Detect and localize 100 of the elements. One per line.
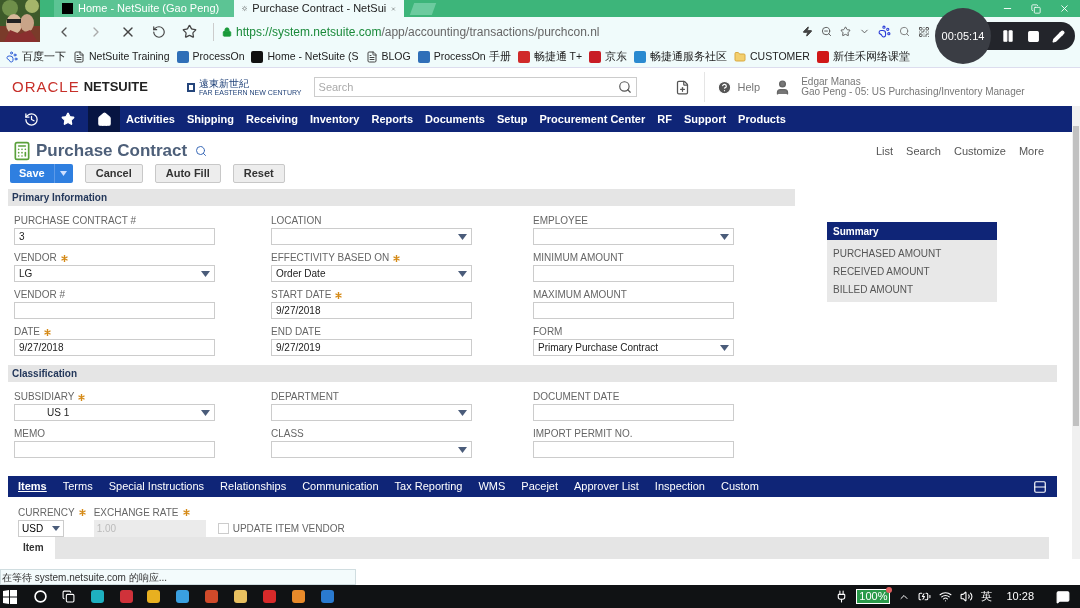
subtab[interactable]: Pacejet (521, 478, 559, 495)
app-icon[interactable] (263, 590, 276, 603)
nav-item[interactable]: Activities (126, 110, 175, 128)
input-field[interactable]: 9/27/2018 (14, 339, 215, 356)
bookmark[interactable]: 新佳禾网络课堂 (816, 48, 910, 65)
nav-item[interactable]: Products (738, 110, 786, 128)
lightning-icon[interactable] (802, 26, 813, 37)
bookmark[interactable]: Home - NetSuite (S (251, 48, 359, 65)
select-field[interactable] (271, 404, 472, 421)
help-icon[interactable] (716, 79, 732, 95)
stop-icon[interactable] (1027, 29, 1040, 43)
save-button[interactable]: Save (10, 163, 54, 183)
input-field[interactable]: 3 (14, 228, 215, 245)
clock[interactable]: 10:28 (1006, 588, 1034, 605)
select-field[interactable]: Order Date (271, 265, 472, 282)
nav-item[interactable]: Shipping (186, 110, 234, 128)
subtab[interactable]: Items (18, 478, 47, 495)
address-field[interactable]: https://system.netsuite.com/app/accounting/transactions/purchcon.nl (213, 22, 600, 41)
select-field[interactable] (271, 228, 472, 245)
bookmark[interactable]: NetSuite Training (73, 48, 170, 65)
close-icon[interactable] (1059, 3, 1070, 14)
bookmark[interactable]: ProcessOn 手册 (417, 48, 511, 65)
notification-icon[interactable] (1056, 589, 1070, 604)
nav-item[interactable]: Setup (496, 110, 528, 128)
input-field[interactable] (533, 265, 734, 282)
select-field[interactable] (271, 441, 472, 458)
bookmark[interactable]: BLOG (365, 48, 411, 65)
help-link[interactable]: Help (737, 78, 761, 96)
subtab[interactable]: Custom (721, 478, 759, 495)
select-field[interactable]: LG (14, 265, 215, 282)
form-button[interactable]: Reset (232, 163, 285, 183)
app-icon[interactable] (120, 590, 133, 603)
input-field[interactable] (14, 441, 215, 458)
task-view-icon[interactable] (62, 590, 75, 603)
scrollbar[interactable] (1072, 106, 1080, 559)
select-field[interactable] (533, 228, 734, 245)
star-icon[interactable] (840, 26, 851, 37)
page-link[interactable]: Search (906, 142, 941, 160)
volume-icon[interactable] (960, 590, 974, 603)
subtab[interactable]: Inspection (654, 478, 705, 495)
history-icon[interactable] (23, 111, 39, 127)
bookmark[interactable]: 畅捷通服务社区 (634, 48, 728, 65)
nav-item[interactable]: Procurement Center (539, 110, 646, 128)
app-icon[interactable] (321, 590, 334, 603)
nav-item[interactable]: Receiving (245, 110, 298, 128)
battery-icon[interactable] (918, 590, 932, 603)
nav-item[interactable]: RF (657, 110, 672, 128)
bookmark[interactable]: 百度一下 (6, 48, 66, 65)
restore-icon[interactable] (1031, 3, 1041, 14)
zoom-out-icon[interactable] (821, 26, 832, 37)
app-icon[interactable] (176, 590, 189, 603)
layout-icon[interactable] (1033, 479, 1047, 494)
page-link[interactable]: Customize (953, 142, 1006, 160)
page-link[interactable]: List (876, 142, 894, 160)
subtab[interactable]: Communication (302, 478, 379, 495)
subtab[interactable]: Special Instructions (108, 478, 205, 495)
bookmark[interactable]: 畅捷通 T+ (517, 48, 583, 65)
subtab[interactable]: Tax Reporting (394, 478, 463, 495)
form-button[interactable]: Auto Fill (154, 163, 221, 183)
save-menu-button[interactable] (53, 163, 73, 183)
nav-item[interactable]: Inventory (309, 110, 360, 128)
new-record-icon[interactable] (674, 79, 690, 95)
app-icon[interactable] (147, 590, 160, 603)
home-tab[interactable] (88, 106, 120, 132)
input-field[interactable]: 9/27/2019 (271, 339, 472, 356)
input-field[interactable] (533, 302, 734, 319)
subtab[interactable]: WMS (478, 478, 506, 495)
bookmark[interactable]: 京东 (589, 48, 628, 65)
pause-icon[interactable] (1001, 29, 1015, 43)
input-field[interactable] (533, 441, 734, 458)
star-icon[interactable] (182, 24, 197, 39)
app-icon[interactable] (205, 590, 218, 603)
nav-item[interactable]: Reports (371, 110, 413, 128)
bookmark[interactable]: CUSTOMER (734, 48, 810, 65)
select-field[interactable]: US 1 (14, 404, 215, 421)
wifi-icon[interactable] (939, 590, 953, 603)
select-field[interactable]: Primary Purchase Contract (533, 339, 734, 356)
paw-icon[interactable] (878, 25, 891, 38)
select-field[interactable]: USD (18, 520, 64, 537)
input-field[interactable]: 9/27/2018 (271, 302, 472, 319)
app-icon[interactable] (91, 590, 104, 603)
page-link[interactable]: More (1018, 142, 1044, 160)
input-method[interactable]: 英 (981, 588, 993, 605)
pen-icon[interactable] (1052, 29, 1065, 43)
nav-item[interactable]: Support (683, 110, 727, 128)
qr-code-icon[interactable] (918, 25, 930, 38)
browser-tab[interactable]: Purchase Contract - NetSui (234, 0, 404, 17)
undo-icon[interactable] (152, 24, 166, 39)
app-icon[interactable] (234, 590, 247, 603)
nav-item[interactable]: Documents (425, 110, 485, 128)
subtab[interactable]: Approver List (574, 478, 639, 495)
form-button[interactable]: Cancel (84, 163, 143, 183)
checkbox[interactable] (217, 522, 229, 534)
input-field[interactable] (14, 302, 215, 319)
subtab[interactable]: Relationships (220, 478, 287, 495)
subtab[interactable]: Terms (62, 478, 93, 495)
windows-icon[interactable] (3, 589, 17, 604)
bookmark[interactable]: ProcessOn (176, 48, 245, 65)
app-icon[interactable] (292, 590, 305, 603)
input-field[interactable] (533, 404, 734, 421)
